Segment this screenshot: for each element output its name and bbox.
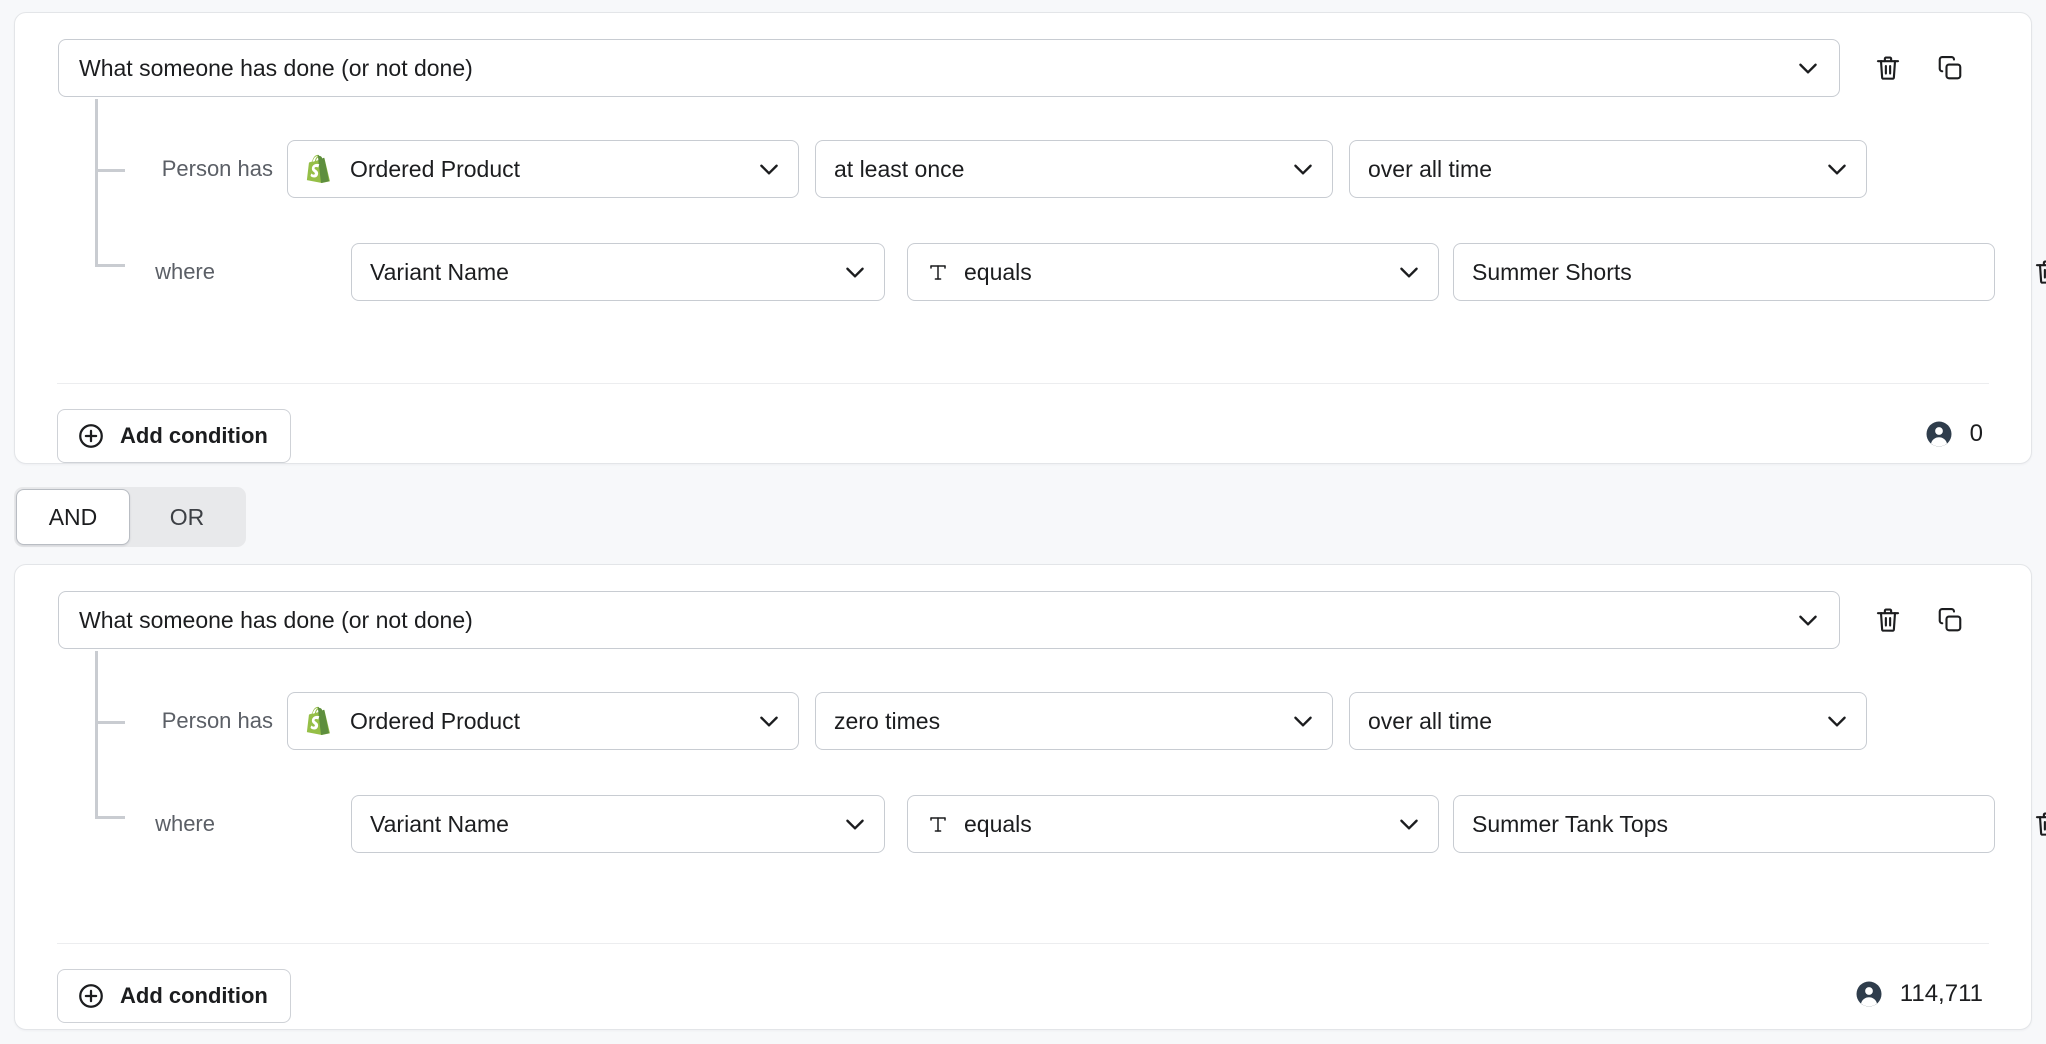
where-label: where bbox=[145, 811, 215, 837]
property-select[interactable]: Variant Name bbox=[351, 243, 885, 301]
value-input[interactable]: Summer Shorts bbox=[1453, 243, 1995, 301]
group-actions bbox=[1870, 602, 1968, 638]
value-text: Summer Shorts bbox=[1472, 259, 1632, 286]
delete-group-button[interactable] bbox=[1870, 602, 1906, 638]
person-has-label: Person has bbox=[145, 156, 273, 182]
group-actions bbox=[1870, 50, 1968, 86]
chevron-down-icon bbox=[756, 708, 782, 734]
add-condition-button[interactable]: Add condition bbox=[57, 409, 291, 463]
chevron-down-icon bbox=[756, 156, 782, 182]
group-member-count: 0 bbox=[1924, 419, 1983, 449]
chevron-down-icon bbox=[1290, 708, 1316, 734]
chevron-down-icon bbox=[1795, 55, 1821, 81]
condition-type-row: What someone has done (or not done) bbox=[58, 591, 1988, 649]
person-has-row: Person has Ordered Product zero times ov… bbox=[145, 692, 1867, 750]
condition-type-label: What someone has done (or not done) bbox=[79, 55, 1785, 82]
chevron-down-icon bbox=[1824, 708, 1850, 734]
operator-label: equals bbox=[964, 811, 1386, 838]
timeframe-select[interactable]: over all time bbox=[1349, 692, 1867, 750]
property-label: Variant Name bbox=[370, 259, 832, 286]
member-count-value: 114,711 bbox=[1900, 980, 1983, 1008]
where-row-actions bbox=[2029, 806, 2046, 842]
delete-group-button[interactable] bbox=[1870, 50, 1906, 86]
add-condition-label: Add condition bbox=[120, 423, 268, 449]
metric-label: Ordered Product bbox=[350, 156, 746, 183]
footer-divider bbox=[57, 383, 1989, 384]
text-type-icon bbox=[926, 260, 950, 284]
chevron-down-icon bbox=[1824, 156, 1850, 182]
where-row: where Variant Name equals Summer Tank To… bbox=[145, 795, 2046, 853]
property-select[interactable]: Variant Name bbox=[351, 795, 885, 853]
chevron-down-icon bbox=[1396, 259, 1422, 285]
metric-select[interactable]: Ordered Product bbox=[287, 140, 799, 198]
condition-type-select[interactable]: What someone has done (or not done) bbox=[58, 39, 1840, 97]
group-member-count: 114,711 bbox=[1854, 979, 1983, 1009]
timeframe-label: over all time bbox=[1368, 156, 1814, 183]
duplicate-group-button[interactable] bbox=[1932, 602, 1968, 638]
operator-label: equals bbox=[964, 259, 1386, 286]
duplicate-group-button[interactable] bbox=[1932, 50, 1968, 86]
condition-type-label: What someone has done (or not done) bbox=[79, 607, 1785, 634]
add-condition-label: Add condition bbox=[120, 983, 268, 1009]
member-count-value: 0 bbox=[1970, 420, 1983, 448]
chevron-down-icon bbox=[842, 811, 868, 837]
where-row-actions bbox=[2029, 254, 2046, 290]
operator-select[interactable]: equals bbox=[907, 795, 1439, 853]
condition-type-select[interactable]: What someone has done (or not done) bbox=[58, 591, 1840, 649]
property-label: Variant Name bbox=[370, 811, 832, 838]
logic-operator-toggle: AND OR bbox=[14, 487, 246, 547]
operator-select[interactable]: equals bbox=[907, 243, 1439, 301]
timeframe-select[interactable]: over all time bbox=[1349, 140, 1867, 198]
delete-filter-button[interactable] bbox=[2029, 806, 2046, 842]
value-text: Summer Tank Tops bbox=[1472, 811, 1668, 838]
segment-builder: What someone has done (or not done) Pe bbox=[0, 0, 2046, 1044]
condition-type-row: What someone has done (or not done) bbox=[58, 39, 1988, 97]
chevron-down-icon bbox=[842, 259, 868, 285]
metric-label: Ordered Product bbox=[350, 708, 746, 735]
person-has-label: Person has bbox=[145, 708, 273, 734]
value-input[interactable]: Summer Tank Tops bbox=[1453, 795, 1995, 853]
delete-filter-button[interactable] bbox=[2029, 254, 2046, 290]
chevron-down-icon bbox=[1290, 156, 1316, 182]
shopify-icon bbox=[306, 706, 336, 736]
where-row: where Variant Name equals Summer Shorts bbox=[145, 243, 2046, 301]
chevron-down-icon bbox=[1795, 607, 1821, 633]
where-label: where bbox=[145, 259, 215, 285]
frequency-label: zero times bbox=[834, 708, 1280, 735]
circle-plus-icon bbox=[76, 981, 106, 1011]
logic-toggle-or[interactable]: OR bbox=[130, 489, 244, 545]
chevron-down-icon bbox=[1396, 811, 1422, 837]
circle-plus-icon bbox=[76, 421, 106, 451]
timeframe-label: over all time bbox=[1368, 708, 1814, 735]
person-has-row: Person has Ordered Product at least once… bbox=[145, 140, 1867, 198]
logic-toggle-and[interactable]: AND bbox=[16, 489, 130, 545]
shopify-icon bbox=[306, 154, 336, 184]
person-icon bbox=[1854, 979, 1884, 1009]
condition-group: What someone has done (or not done) Pe bbox=[14, 12, 2032, 464]
footer-divider bbox=[57, 943, 1989, 944]
text-type-icon bbox=[926, 812, 950, 836]
frequency-label: at least once bbox=[834, 156, 1280, 183]
metric-select[interactable]: Ordered Product bbox=[287, 692, 799, 750]
condition-group: What someone has done (or not done) Pers… bbox=[14, 564, 2032, 1030]
frequency-select[interactable]: at least once bbox=[815, 140, 1333, 198]
person-icon bbox=[1924, 419, 1954, 449]
add-condition-button[interactable]: Add condition bbox=[57, 969, 291, 1023]
frequency-select[interactable]: zero times bbox=[815, 692, 1333, 750]
